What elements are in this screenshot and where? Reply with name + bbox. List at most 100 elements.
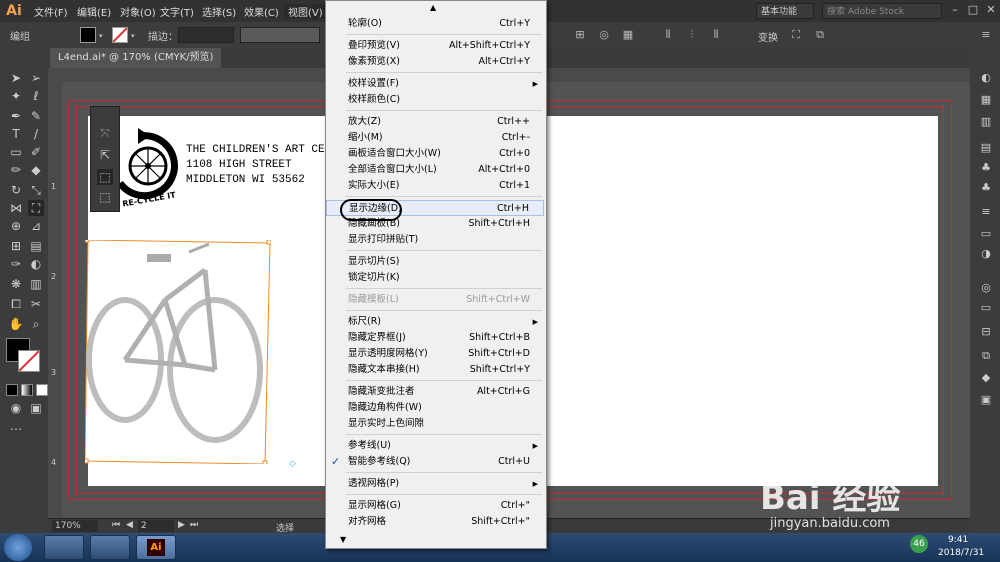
align-right-icon[interactable]: ⫴ (708, 27, 724, 43)
align-left-icon[interactable]: ⫴ (660, 27, 676, 43)
menu-item[interactable]: 显示切片(S) (326, 254, 544, 270)
zoom-tool-icon[interactable]: ⌕ (28, 316, 44, 332)
prev-artboard-icon[interactable]: ◀ (126, 520, 133, 530)
transparency-panel-icon[interactable]: ◑ (978, 246, 994, 262)
blend-tool-icon[interactable]: ◐ (28, 256, 44, 272)
menu-item[interactable]: 轮廓(O) Ctrl+Y (326, 16, 544, 32)
menu-item[interactable]: 隐藏文本串接(H) Shift+Ctrl+Y (326, 362, 544, 378)
menu-item[interactable]: 画板适合窗口大小(W) Ctrl+0 (326, 146, 544, 162)
ie-taskbar-icon[interactable] (44, 535, 84, 560)
screen-mode-icon[interactable]: ▣ (28, 400, 44, 416)
menu-item[interactable]: 显示实时上色间隙 (326, 416, 544, 432)
artboard-number-field[interactable]: 2 (138, 520, 174, 532)
menu-item[interactable]: 校样颜色(C) (326, 92, 544, 108)
menu-item[interactable]: 显示网格(G) Ctrl+" (326, 498, 544, 514)
fill-swatch[interactable] (80, 27, 96, 43)
shape-builder-tool-icon[interactable]: ⊕ (8, 218, 24, 234)
gradient-mode-icon[interactable] (21, 384, 33, 396)
menu-item[interactable]: 隐藏边角构件(W) (326, 400, 544, 416)
scroll-down-icon[interactable]: ▼ (340, 535, 346, 544)
menu-item[interactable]: 叠印预览(V) Alt+Shift+Ctrl+Y (326, 38, 544, 54)
stroke-swatch[interactable] (112, 27, 128, 43)
pen-tool-icon[interactable]: ✒ (8, 108, 24, 124)
free-transform-tool-icon[interactable]: ⛶ (28, 200, 44, 216)
next-artboard-icon[interactable]: ▶ (178, 520, 185, 530)
tray-badge[interactable]: 46 (910, 535, 928, 553)
brushes-panel-icon[interactable]: ▤ (978, 140, 994, 156)
menu-item[interactable]: 对齐网格 Shift+Ctrl+" (326, 514, 544, 530)
start-button-icon[interactable] (4, 534, 32, 561)
stroke-dropdown-icon[interactable]: ▾ (131, 32, 135, 40)
first-artboard-icon[interactable]: ⏮ (112, 520, 120, 530)
menu-select[interactable]: 选择(S) (202, 4, 236, 19)
close-icon[interactable]: ✕ (984, 3, 998, 17)
scroll-up-icon[interactable]: ▲ (430, 3, 436, 12)
menu-item[interactable]: 校样设置(F) ▶ (326, 76, 544, 92)
menu-item[interactable]: 透视网格(P) ▶ (326, 476, 544, 492)
layers-panel-icon[interactable]: ◆ (978, 370, 994, 386)
perspective-distort-icon[interactable]: ⬚ (97, 169, 113, 185)
appearance-panel-icon[interactable]: ◎ (978, 280, 994, 296)
curvature-tool-icon[interactable]: ✎ (28, 108, 44, 124)
symbol-sprayer-tool-icon[interactable]: ❋ (8, 276, 24, 292)
workspace-switcher[interactable]: 基本功能 (756, 3, 814, 19)
menu-item[interactable]: 显示打印拼贴(T) (326, 232, 544, 248)
sync-taskbar-icon[interactable] (90, 535, 130, 560)
menu-file[interactable]: 文件(F) (34, 4, 68, 19)
panel-menu-icon[interactable]: ≡ (978, 27, 994, 43)
menu-item[interactable]: 隐藏定界框(J) Shift+Ctrl+B (326, 330, 544, 346)
shaper-tool-icon[interactable]: ✏ (8, 162, 24, 178)
rotate-tool-icon[interactable]: ↻ (8, 182, 24, 198)
rectangle-tool-icon[interactable]: ▭ (8, 144, 24, 160)
gradient-tool-icon[interactable]: ▤ (28, 238, 44, 254)
variable-width-dropdown[interactable] (240, 27, 320, 43)
free-transform-icon[interactable]: ⇱ (97, 147, 113, 163)
clock-time[interactable]: 9:41 (948, 535, 968, 545)
last-artboard-icon[interactable]: ⏭ (190, 520, 198, 530)
menu-item[interactable]: 锁定切片(K) (326, 270, 544, 286)
menu-edit[interactable]: 编辑(E) (77, 4, 111, 19)
menu-item[interactable]: 缩小(M) Ctrl+- (326, 130, 544, 146)
menu-item[interactable]: 放大(Z) Ctrl++ (326, 114, 544, 130)
links-panel-icon[interactable]: ▣ (978, 392, 994, 408)
color-mode-icon[interactable] (6, 384, 18, 396)
menu-item[interactable]: 全部适合窗口大小(L) Alt+Ctrl+0 (326, 162, 544, 178)
menu-item[interactable]: 标尺(R) ▶ (326, 314, 544, 330)
menu-item[interactable]: 实际大小(E) Ctrl+1 (326, 178, 544, 194)
menu-effect[interactable]: 效果(C) (244, 4, 279, 19)
none-mode-icon[interactable] (36, 384, 48, 396)
align-panel-icon[interactable]: ⊟ (978, 324, 994, 340)
menu-view[interactable]: 视图(V) (284, 4, 327, 19)
lasso-tool-icon[interactable]: ℓ (28, 88, 44, 104)
selection-tool-icon[interactable]: ➤ (8, 70, 24, 86)
draw-mode-icon[interactable]: ◉ (8, 400, 24, 416)
artboard-tool-icon[interactable]: ⧠ (8, 296, 24, 312)
hand-tool-icon[interactable]: ✋ (8, 316, 24, 332)
stroke-color-box[interactable] (18, 350, 40, 372)
stroke-weight-field[interactable] (178, 27, 234, 43)
scale-tool-icon[interactable]: ⤡ (28, 182, 44, 198)
constrain-icon[interactable]: ⤧ (97, 125, 113, 141)
line-tool-icon[interactable]: / (28, 126, 44, 142)
symbols-panel-icon[interactable]: ♣ (978, 160, 994, 176)
width-tool-icon[interactable]: ⋈ (8, 200, 24, 216)
arrange-icon[interactable]: ⧉ (812, 27, 828, 43)
eraser-tool-icon[interactable]: ◆ (28, 162, 44, 178)
maximize-icon[interactable]: □ (966, 3, 980, 17)
eyedropper-tool-icon[interactable]: ✑ (8, 256, 24, 272)
clock-date[interactable]: 2018/7/31 (938, 548, 984, 558)
cc-libraries-icon[interactable]: ▭ (978, 300, 994, 316)
illustrator-taskbar-icon[interactable]: Ai (136, 535, 176, 560)
stroke-panel-icon[interactable]: ≡ (978, 204, 994, 220)
document-tab[interactable]: L4end.ai* @ 170% (CMYK/预览) (50, 48, 222, 68)
stock-search-input[interactable]: 搜索 Adobe Stock (822, 3, 942, 19)
menu-item[interactable]: 像素预览(X) Alt+Ctrl+Y (326, 54, 544, 70)
graphic-styles-icon[interactable]: ♣ (978, 180, 994, 196)
color-guide-icon[interactable]: ▦ (978, 92, 994, 108)
menu-item[interactable]: ✓ 智能参考线(Q) Ctrl+U (326, 454, 544, 470)
zoom-field[interactable]: 170% (52, 520, 98, 532)
artboards-panel-icon[interactable]: ⧉ (978, 348, 994, 364)
color-panel-icon[interactable]: ◐ (978, 70, 994, 86)
graph-tool-icon[interactable]: ▥ (28, 276, 44, 292)
fill-dropdown-icon[interactable]: ▾ (99, 32, 103, 40)
